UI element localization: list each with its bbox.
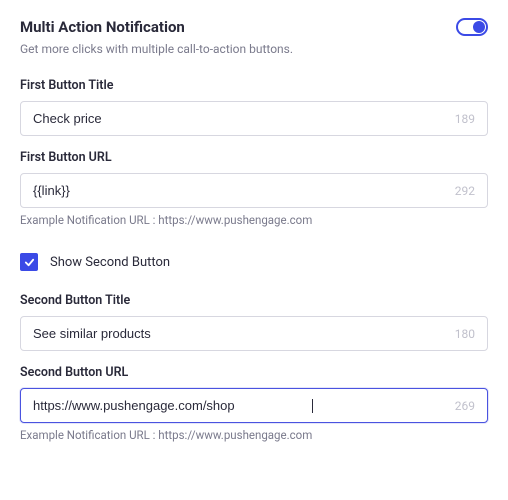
first-button-title-row: 189 [20, 101, 488, 136]
second-button-url-input[interactable] [33, 398, 313, 413]
second-button-url-helper: Example Notification URL : https://www.p… [20, 428, 488, 442]
first-button-url-helper: Example Notification URL : https://www.p… [20, 213, 488, 227]
show-second-label: Show Second Button [50, 255, 170, 270]
section-subtitle: Get more clicks with multiple call-to-ac… [20, 42, 488, 56]
second-button-url-counter: 269 [455, 399, 475, 413]
first-button-url-counter: 292 [455, 184, 475, 198]
first-button-url-input[interactable] [33, 183, 447, 198]
second-button-title-label: Second Button Title [20, 293, 488, 308]
show-second-checkbox[interactable] [20, 253, 38, 271]
text-caret [312, 399, 313, 413]
first-button-url-row: 292 [20, 173, 488, 208]
first-button-title-counter: 189 [455, 112, 475, 126]
first-button-title-label: First Button Title [20, 78, 488, 93]
second-button-url-label: Second Button URL [20, 365, 488, 380]
second-button-title-input[interactable] [33, 326, 447, 341]
second-button-title-row: 180 [20, 316, 488, 351]
first-button-url-label: First Button URL [20, 150, 488, 165]
second-button-title-counter: 180 [455, 327, 475, 341]
second-button-url-row: 269 [20, 388, 488, 423]
toggle-knob [473, 21, 485, 33]
first-button-title-input[interactable] [33, 111, 447, 126]
section-title: Multi Action Notification [20, 18, 185, 36]
check-icon [24, 257, 35, 268]
multi-action-toggle[interactable] [456, 18, 488, 36]
